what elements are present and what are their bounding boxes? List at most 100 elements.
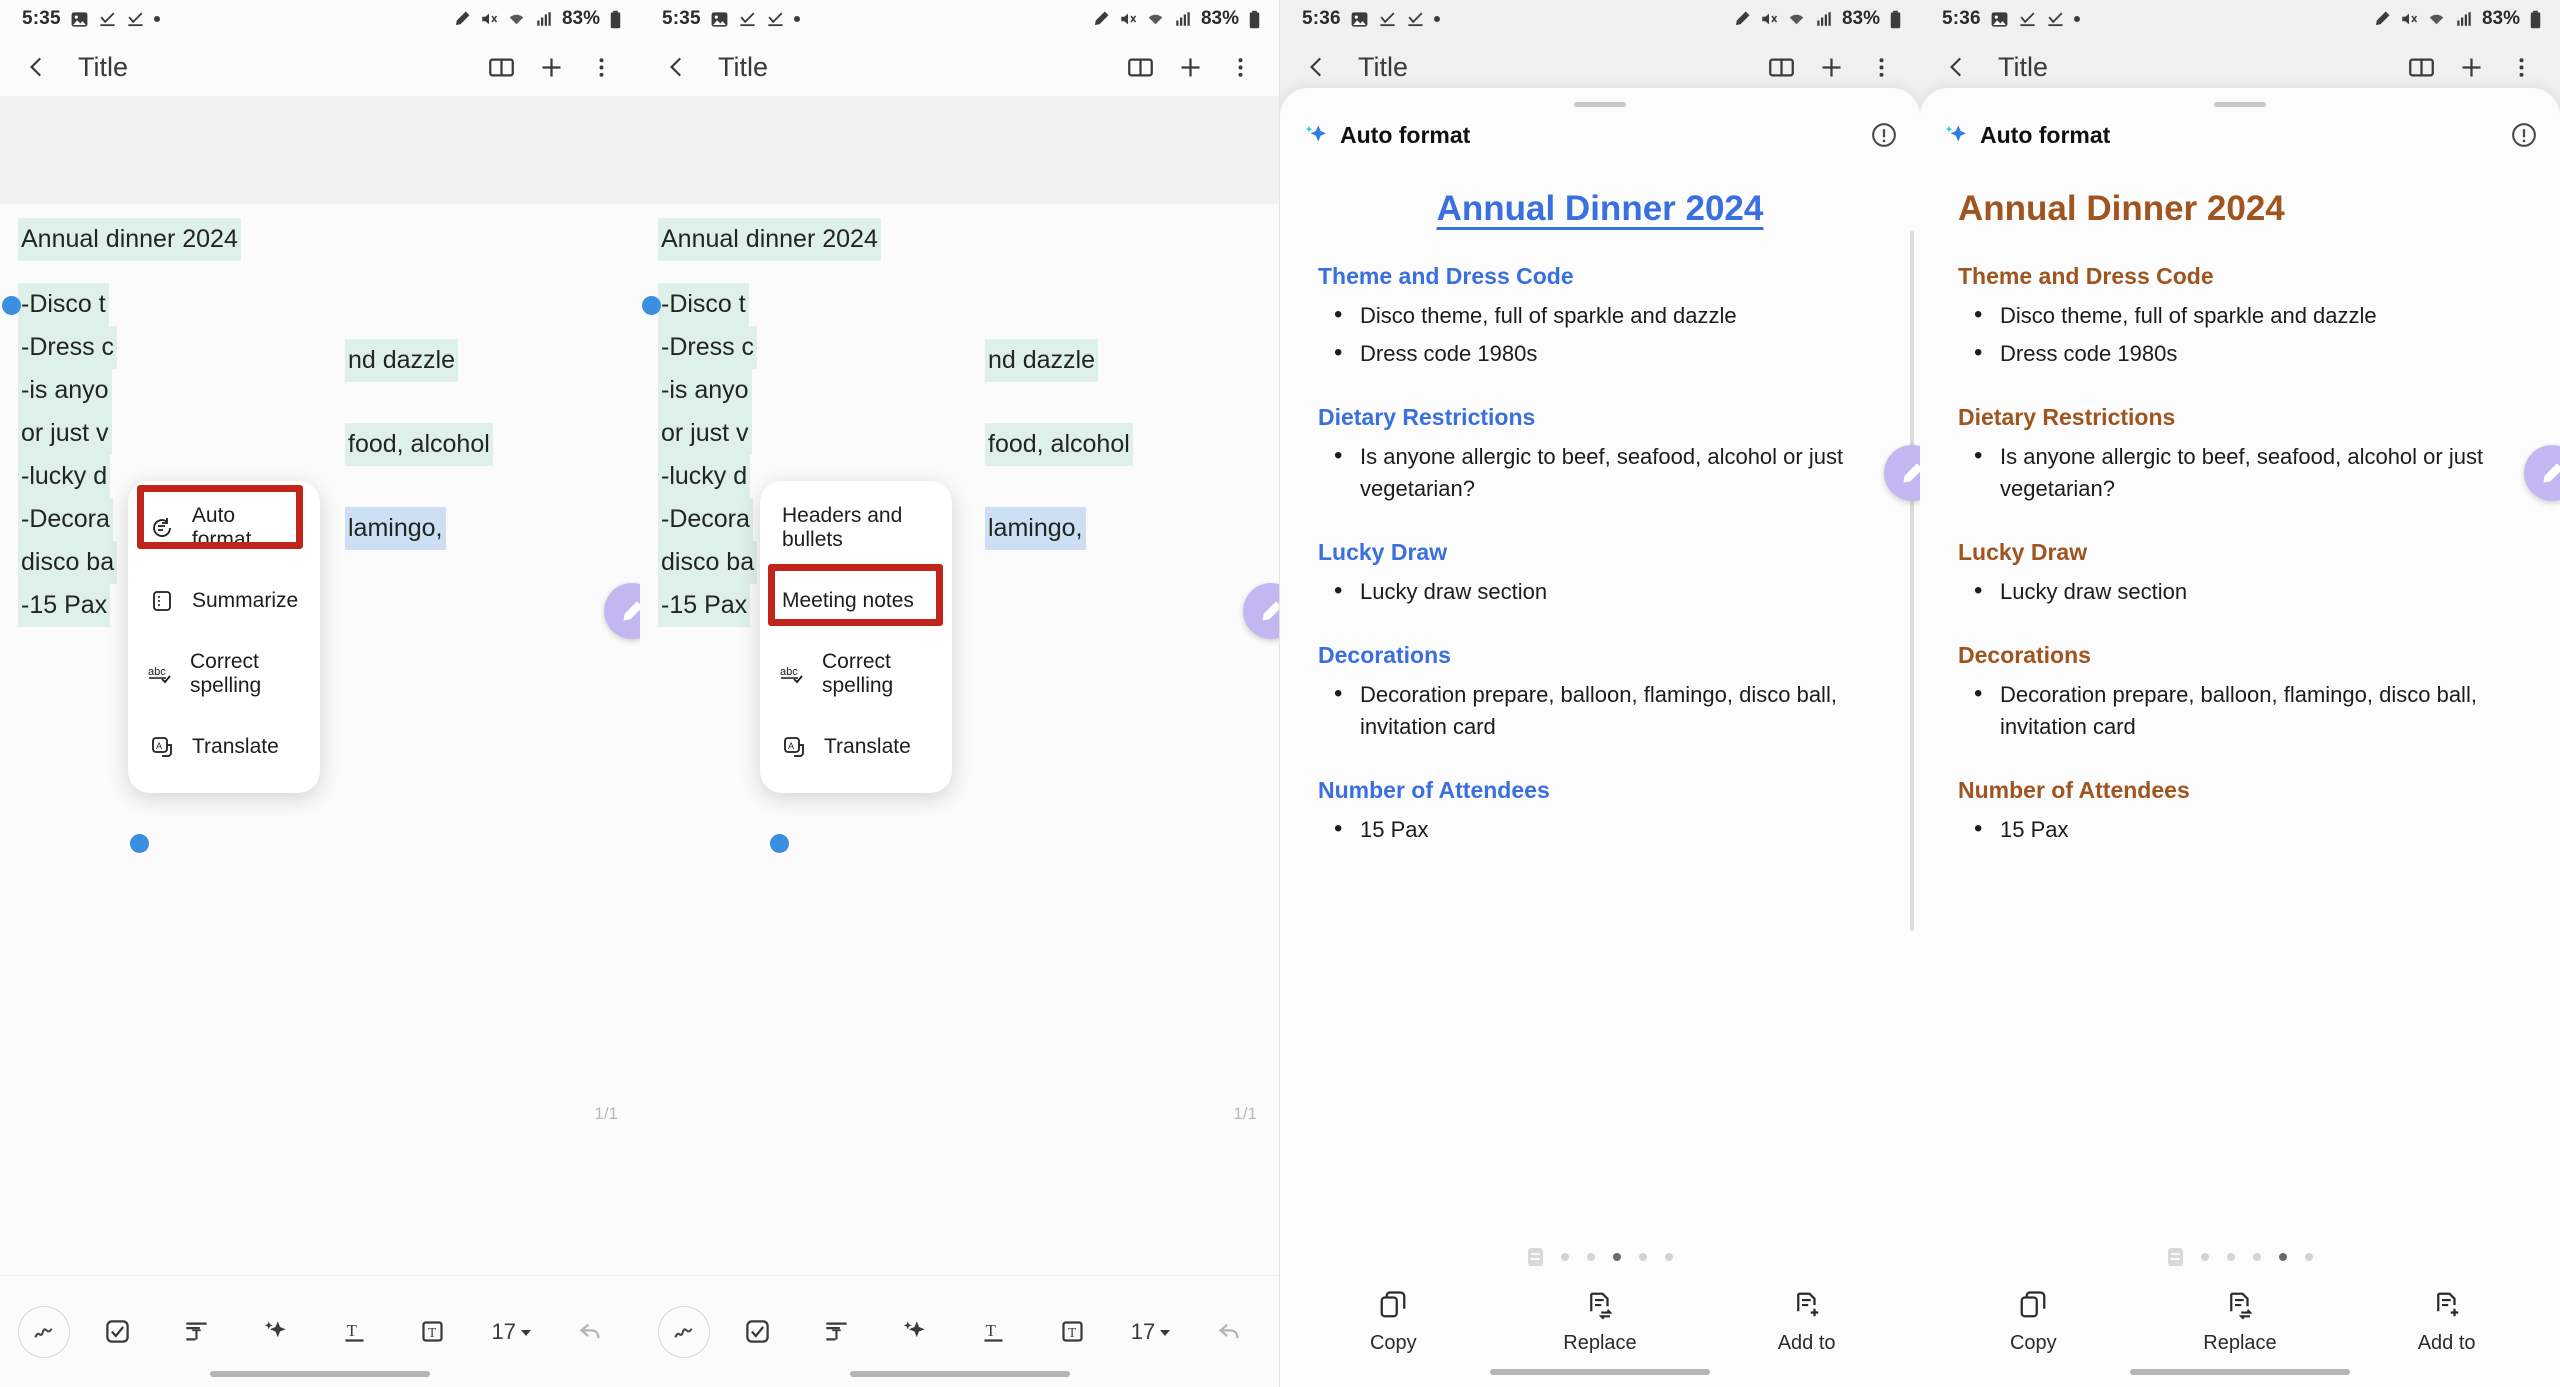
more-vertical-icon[interactable] (1217, 44, 1263, 90)
checkbox-icon[interactable] (718, 1302, 797, 1362)
scrollbar[interactable] (1910, 231, 1914, 931)
pages-icon[interactable] (1527, 1248, 1543, 1266)
pager-dot[interactable] (1560, 1253, 1569, 1261)
svg-text:T: T (1068, 1325, 1077, 1340)
selection-handle-end[interactable] (130, 834, 149, 853)
menu-item-translate[interactable]: A Translate (128, 710, 320, 783)
text-underline-icon[interactable]: T (315, 1302, 394, 1362)
status-time: 5:36 (1302, 8, 1341, 29)
book-view-icon[interactable] (478, 44, 524, 90)
more-vertical-icon[interactable] (1858, 44, 1904, 90)
text-list-icon[interactable]: T (797, 1302, 876, 1362)
pager-dot-active[interactable] (1612, 1253, 1621, 1261)
document-title: Annual Dinner 2024 (1436, 189, 1764, 228)
pager-dot[interactable] (2304, 1253, 2313, 1261)
note-content[interactable]: Annual dinner 2024 -Disco t -Dress c -is… (18, 218, 622, 627)
menu-item-meeting-notes[interactable]: Meeting notes (760, 564, 952, 637)
sheet-actions[interactable]: Copy Replace Add to (1280, 1274, 1920, 1355)
selection-handle-start[interactable] (642, 296, 661, 315)
image-icon (1990, 10, 2009, 29)
ai-actions-submenu[interactable]: Headers and bullets Meeting notes abc Co… (760, 481, 952, 793)
pager-dot[interactable] (2200, 1253, 2209, 1261)
handwriting-icon[interactable] (18, 1305, 70, 1358)
note-selection: -Disco t -Dress c -is anyo or just v -lu… (658, 283, 1261, 627)
variation-pager[interactable] (1920, 1234, 2560, 1274)
book-view-icon[interactable] (2398, 44, 2444, 90)
copy-button[interactable]: Copy (1931, 1290, 2136, 1355)
back-icon[interactable] (14, 44, 60, 90)
list-item: Is anyone allergic to beef, seafood, alc… (1330, 440, 1888, 505)
note-line: -is anyo (658, 369, 752, 412)
pages-icon[interactable] (2167, 1248, 2183, 1266)
add-icon[interactable] (1167, 44, 1213, 90)
note-content[interactable]: Annual dinner 2024 -Disco t -Dress c -is… (658, 218, 1261, 627)
back-icon[interactable] (654, 44, 700, 90)
undo-icon[interactable] (1190, 1302, 1269, 1362)
menu-item-auto-format[interactable]: Auto format (128, 491, 320, 564)
dot-icon (793, 16, 800, 22)
pager-dot[interactable] (2226, 1253, 2235, 1261)
menu-item-summarize[interactable]: Summarize (128, 564, 320, 637)
book-view-icon[interactable] (1117, 44, 1163, 90)
selection-handle-end[interactable] (770, 834, 789, 853)
svg-text:T: T (832, 1327, 841, 1343)
info-circle-icon[interactable] (2510, 121, 2538, 149)
pager-dot[interactable] (1664, 1253, 1673, 1261)
book-view-icon[interactable] (1758, 44, 1804, 90)
wifi-icon (1146, 10, 1165, 28)
more-vertical-icon[interactable] (2498, 44, 2544, 90)
text-box-icon[interactable]: T (393, 1302, 472, 1362)
sheet-actions[interactable]: Copy Replace Add to (1920, 1274, 2560, 1355)
ai-sparkle-icon[interactable] (236, 1302, 315, 1362)
pager-dot[interactable] (1638, 1253, 1647, 1261)
editor-toolbar[interactable]: T T T 17 (0, 1275, 640, 1387)
note-canvas[interactable]: Annual dinner 2024 -Disco t -Dress c -is… (0, 96, 640, 1136)
ai-sparkle-icon[interactable] (875, 1302, 954, 1362)
checkbox-icon[interactable] (78, 1302, 157, 1362)
section-heading: Theme and Dress Code (1318, 263, 1574, 289)
font-size-dropdown[interactable]: 17 (472, 1302, 551, 1362)
translate-icon: A (780, 735, 808, 759)
note-top-shade (640, 96, 1279, 204)
pager-dot[interactable] (1586, 1253, 1595, 1261)
status-bar: 5:35 83% (0, 0, 640, 38)
handwriting-icon[interactable] (658, 1305, 710, 1358)
text-list-icon[interactable]: T (157, 1302, 236, 1362)
list-item: Lucky draw section (1970, 575, 2528, 608)
formatted-document: Annual Dinner 2024 Theme and Dress Code … (1920, 149, 2560, 1234)
info-circle-icon[interactable] (1870, 121, 1898, 149)
add-to-button[interactable]: Add to (1704, 1290, 1909, 1355)
font-size-dropdown[interactable]: 17 (1112, 1302, 1191, 1362)
selection-handle-start[interactable] (2, 296, 21, 315)
variation-pager[interactable] (1280, 1234, 1920, 1274)
editor-toolbar[interactable]: T T T 17 (640, 1275, 1279, 1387)
mute-icon (1760, 10, 1778, 28)
back-icon[interactable] (1934, 44, 1980, 90)
ai-actions-menu[interactable]: Auto format Summarize abc Correct spelli… (128, 481, 320, 793)
text-underline-icon[interactable]: T (954, 1302, 1033, 1362)
panel-menu-autoformat: 5:35 83% Title Annual dinner 2024 -Disco… (0, 0, 640, 1387)
back-icon[interactable] (1294, 44, 1340, 90)
note-canvas[interactable]: Annual dinner 2024 -Disco t -Dress c -is… (640, 96, 1279, 1136)
pager-dot[interactable] (2252, 1253, 2261, 1261)
action-label: Add to (2417, 1332, 2476, 1354)
formatted-document: Annual Dinner 2024 Theme and Dress Code … (1280, 149, 1920, 1234)
menu-item-correct-spelling[interactable]: abc Correct spelling (128, 637, 320, 710)
menu-item-headers-and-bullets[interactable]: Headers and bullets (760, 491, 952, 564)
mute-icon (2400, 10, 2418, 28)
add-to-button[interactable]: Add to (2344, 1290, 2549, 1355)
check-underline-icon (1406, 10, 1425, 29)
menu-item-correct-spelling[interactable]: abc Correct spelling (760, 637, 952, 710)
text-box-icon[interactable]: T (1033, 1302, 1112, 1362)
copy-button[interactable]: Copy (1291, 1290, 1496, 1355)
pager-dot-active[interactable] (2278, 1253, 2287, 1261)
more-vertical-icon[interactable] (578, 44, 624, 90)
menu-item-translate[interactable]: A Translate (760, 710, 952, 783)
replace-button[interactable]: Replace (2138, 1290, 2343, 1355)
undo-icon[interactable] (551, 1302, 630, 1362)
note-line: -Disco t (18, 283, 109, 326)
add-icon[interactable] (528, 44, 574, 90)
add-icon[interactable] (1808, 44, 1854, 90)
add-icon[interactable] (2448, 44, 2494, 90)
replace-button[interactable]: Replace (1498, 1290, 1703, 1355)
